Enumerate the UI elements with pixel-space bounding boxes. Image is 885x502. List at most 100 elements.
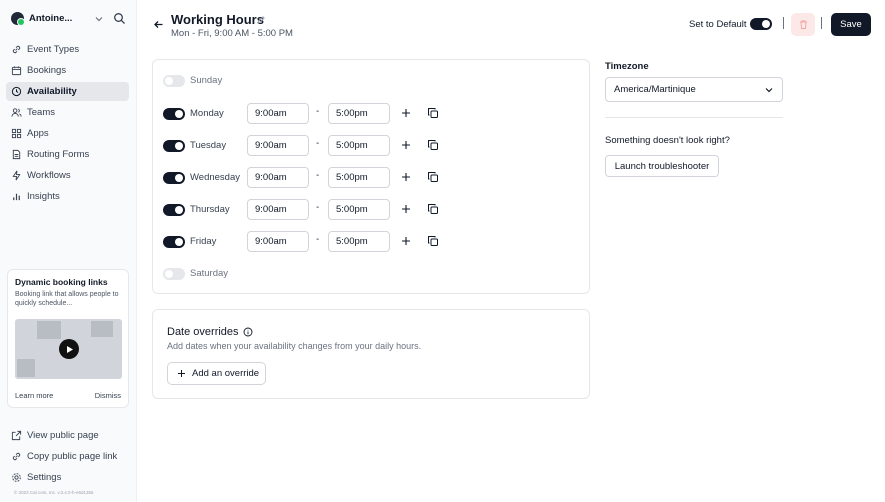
grid-icon (11, 128, 22, 139)
sidebar-item-label: Workflows (27, 170, 71, 181)
file-icon (12, 149, 21, 160)
start-time-select[interactable]: 9:00am (247, 167, 309, 188)
time-separator: - (316, 138, 320, 149)
info-icon[interactable] (243, 327, 253, 337)
end-time-select[interactable]: 5:00pm (328, 231, 390, 252)
day-toggle[interactable] (163, 139, 185, 152)
day-row-friday: Friday 9:00am -5:00pm (163, 231, 583, 252)
learn-more-link[interactable]: Learn more (15, 391, 53, 400)
set-default-label: Set to Default (689, 19, 747, 30)
day-row-saturday: Saturday (163, 263, 583, 284)
sidebar-item-bookings[interactable]: Bookings (6, 61, 129, 80)
chevron-down-icon (765, 88, 773, 93)
copy-icon[interactable] (427, 107, 439, 119)
copy-icon[interactable] (427, 235, 439, 247)
promo-description: Booking link that allows people to quick… (15, 291, 119, 307)
day-name: Wednesday (190, 172, 240, 183)
pencil-icon[interactable] (256, 15, 266, 25)
timezone-label: Timezone (605, 61, 649, 72)
dismiss-link[interactable]: Dismiss (95, 391, 121, 400)
sidebar: Antoine... Event Types Bookings Availabi… (0, 0, 137, 502)
end-time-select[interactable]: 5:00pm (328, 199, 390, 220)
delete-button[interactable] (791, 13, 815, 36)
date-overrides-heading: Date overrides (167, 326, 253, 338)
sidebar-item-workflows[interactable]: Workflows (6, 166, 129, 185)
date-overrides-title: Date overrides (167, 326, 239, 338)
sidebar-item-insights[interactable]: Insights (6, 187, 129, 206)
sidebar-item-label: Routing Forms (27, 149, 90, 160)
day-toggle[interactable] (163, 267, 185, 280)
plus-icon[interactable] (400, 235, 412, 247)
end-time-select[interactable]: 5:00pm (328, 103, 390, 124)
promo-video-thumbnail[interactable] (15, 319, 122, 379)
set-default-toggle[interactable] (750, 18, 772, 30)
thumbnail-tile (91, 321, 113, 337)
trash-icon (799, 20, 807, 29)
sidebar-item-copy-public-link[interactable]: Copy public page link (6, 447, 129, 466)
external-link-icon (11, 430, 22, 441)
sidebar-item-label: Insights (27, 191, 60, 202)
launch-troubleshooter-button[interactable]: Launch troubleshooter (605, 155, 719, 177)
sidebar-item-routing-forms[interactable]: Routing Forms (6, 145, 129, 164)
copy-icon[interactable] (427, 171, 439, 183)
day-toggle[interactable] (163, 235, 185, 248)
sidebar-item-view-public-page[interactable]: View public page (6, 426, 129, 445)
time-separator: - (316, 106, 320, 117)
copy-icon[interactable] (427, 203, 439, 215)
day-toggle[interactable] (163, 203, 185, 216)
save-button[interactable]: Save (831, 13, 871, 36)
sidebar-item-label: Settings (27, 472, 62, 483)
promo-card: Dynamic booking links Booking link that … (7, 269, 129, 408)
timezone-select[interactable]: America/Martinique (605, 77, 783, 102)
sidebar-item-apps[interactable]: Apps (6, 124, 129, 143)
day-row-monday: Monday 9:00am -5:00pm (163, 103, 583, 124)
plus-icon[interactable] (400, 203, 412, 215)
sidebar-bottom-nav: View public page Copy public page link S… (6, 426, 129, 489)
sidebar-item-settings[interactable]: Settings (6, 468, 129, 487)
search-icon[interactable] (113, 12, 126, 25)
gear-icon (12, 473, 21, 482)
copy-icon[interactable] (427, 139, 439, 151)
divider (783, 17, 784, 29)
sidebar-item-label: Availability (27, 86, 77, 97)
day-toggle[interactable] (163, 74, 185, 87)
start-time-select[interactable]: 9:00am (247, 135, 309, 156)
sidebar-item-availability[interactable]: Availability (6, 82, 129, 101)
end-time-select[interactable]: 5:00pm (328, 135, 390, 156)
sidebar-item-teams[interactable]: Teams (6, 103, 129, 122)
day-row-sunday: Sunday (163, 70, 583, 91)
sidebar-item-label: Apps (27, 128, 49, 139)
start-time-select[interactable]: 9:00am (247, 103, 309, 124)
plus-icon[interactable] (400, 139, 412, 151)
thumbnail-tile (37, 321, 61, 339)
back-arrow-icon[interactable] (152, 18, 165, 31)
day-name: Saturday (190, 268, 229, 279)
day-name: Thursday (190, 204, 230, 215)
play-icon[interactable] (59, 339, 79, 359)
calendar-icon (11, 66, 22, 76)
day-name: Monday (190, 108, 224, 119)
timezone-value: America/Martinique (614, 84, 696, 95)
plus-icon[interactable] (400, 107, 412, 119)
time-separator: - (316, 234, 320, 245)
sidebar-item-label: Bookings (27, 65, 67, 76)
divider (605, 117, 783, 118)
start-time-select[interactable]: 9:00am (247, 231, 309, 252)
start-time-select[interactable]: 9:00am (247, 199, 309, 220)
troubleshoot-question: Something doesn't look right? (605, 135, 730, 146)
date-overrides-card: Date overrides Add dates when your avail… (152, 309, 590, 399)
divider (821, 17, 822, 29)
plus-icon[interactable] (400, 171, 412, 183)
end-time-select[interactable]: 5:00pm (328, 167, 390, 188)
user-menu[interactable]: Antoine... (11, 12, 127, 26)
chevron-down-icon (95, 17, 103, 22)
day-row-wednesday: Wednesday 9:00am -5:00pm (163, 167, 583, 188)
date-overrides-description: Add dates when your availability changes… (167, 341, 422, 351)
add-override-button[interactable]: Add an override (167, 362, 266, 385)
copy-link-icon (12, 452, 21, 461)
sidebar-item-event-types[interactable]: Event Types (6, 40, 129, 59)
day-toggle[interactable] (163, 171, 185, 184)
page-subtitle: Mon - Fri, 9:00 AM - 5:00 PM (171, 28, 293, 39)
sidebar-item-label: Event Types (27, 44, 80, 55)
day-toggle[interactable] (163, 107, 185, 120)
